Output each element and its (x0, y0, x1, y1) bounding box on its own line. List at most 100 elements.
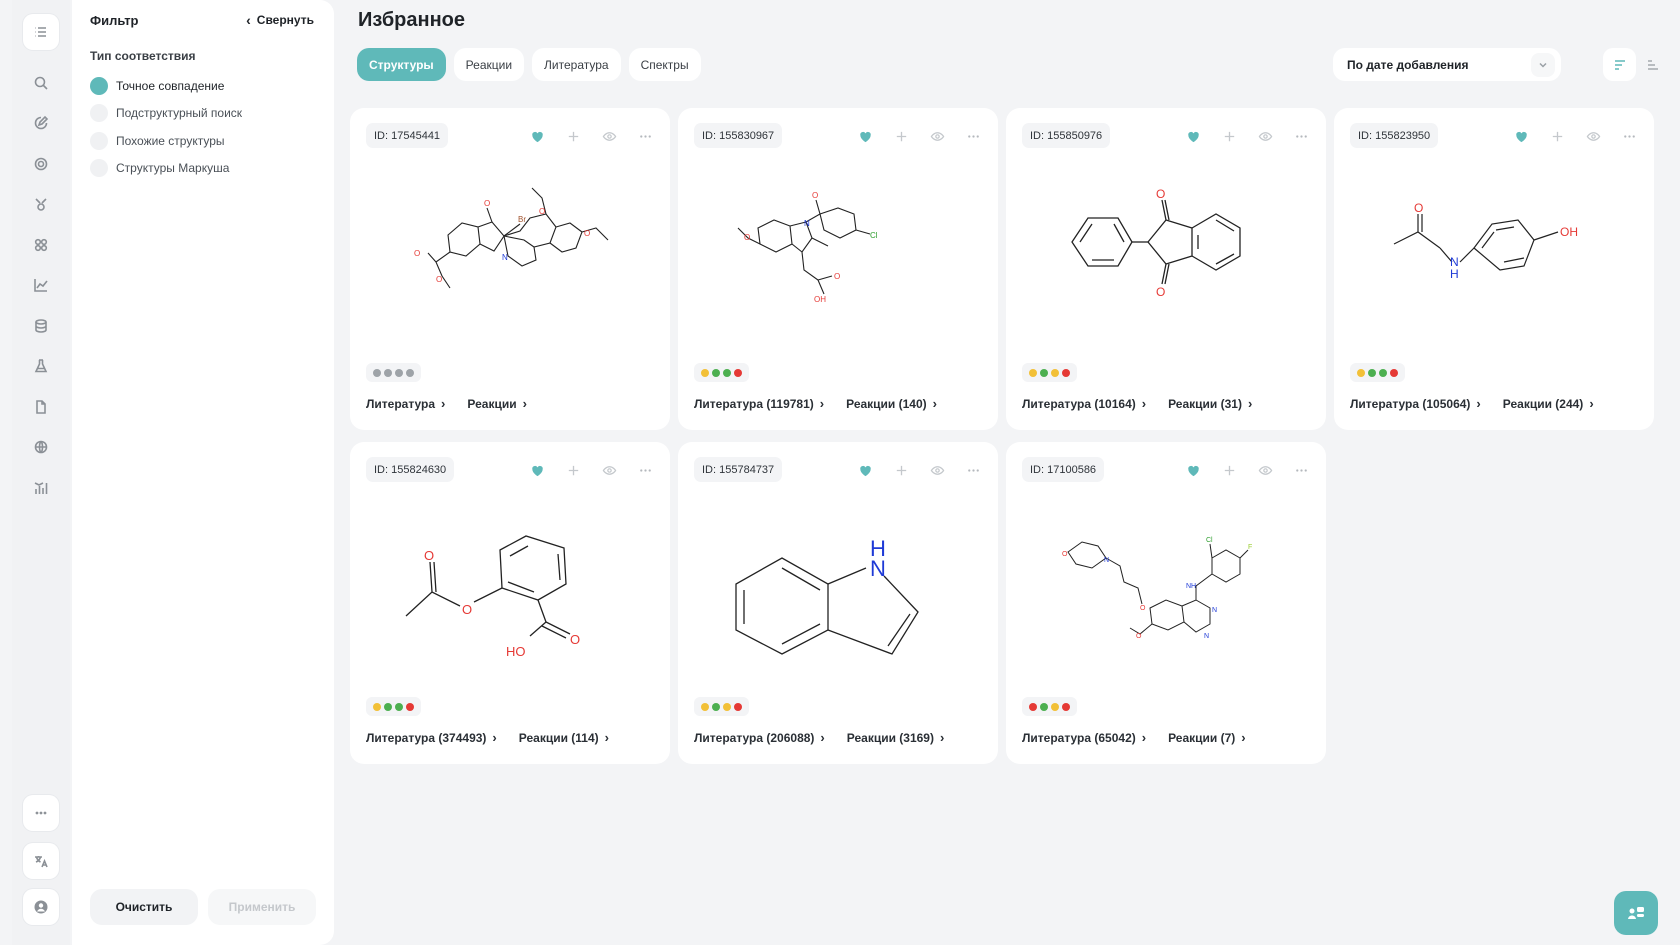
reactions-link[interactable]: Реакции (244) › (1503, 396, 1594, 411)
chevron-down-icon[interactable] (1531, 53, 1555, 77)
apply-button[interactable]: Применить (208, 889, 316, 925)
more-options-icon[interactable] (1288, 123, 1314, 149)
view-eye-icon[interactable] (1252, 123, 1278, 149)
more-options-icon[interactable] (960, 457, 986, 483)
more-options-icon[interactable] (960, 123, 986, 149)
reactions-link[interactable]: Реакции (3169) › (847, 730, 945, 745)
more-options-icon[interactable] (632, 457, 658, 483)
add-plus-icon[interactable] (560, 123, 586, 149)
radio[interactable] (90, 159, 108, 178)
literature-link[interactable]: Литература (374493) › (366, 730, 497, 745)
svg-text:O: O (584, 229, 590, 238)
structure-card[interactable]: ID: 155784737 N H Литература (206088) › Р… (678, 442, 998, 764)
database-icon[interactable] (23, 308, 59, 344)
sort-select[interactable]: По дате добавления (1333, 48, 1561, 81)
literature-link[interactable]: Литература (10164) › (1022, 396, 1146, 411)
clear-button[interactable]: Очистить (90, 889, 198, 925)
match-type-label: Тип соответствия (90, 49, 196, 63)
more-icon[interactable] (23, 795, 59, 831)
add-plus-icon[interactable] (888, 457, 914, 483)
more-options-icon[interactable] (1288, 457, 1314, 483)
option-markush[interactable]: Структуры Маркуша (90, 155, 242, 183)
chart-line-icon[interactable] (23, 267, 59, 303)
view-eye-icon[interactable] (924, 123, 950, 149)
structure-card[interactable]: ID: 155830967 O N Cl O O OH Литература (… (678, 108, 998, 430)
collapse-button[interactable]: ‹ Свернуть (246, 13, 314, 27)
view-eye-icon[interactable] (1580, 123, 1606, 149)
translate-icon[interactable] (23, 843, 59, 879)
property-dots (1022, 363, 1077, 382)
card-links: Литература (206088) › Реакции (3169) › (694, 730, 944, 745)
add-plus-icon[interactable] (1544, 123, 1570, 149)
menu-list-icon[interactable] (23, 14, 59, 50)
add-plus-icon[interactable] (1216, 123, 1242, 149)
reactions-link[interactable]: Реакции (114) › (519, 730, 609, 745)
favorite-heart-icon[interactable] (1180, 457, 1206, 483)
favorite-heart-icon[interactable] (852, 123, 878, 149)
more-options-icon[interactable] (1616, 123, 1642, 149)
structure-edit-icon[interactable] (23, 105, 59, 141)
card-id: ID: 155824630 (366, 457, 455, 482)
document-icon[interactable] (23, 389, 59, 425)
reaction-icon[interactable] (23, 186, 59, 222)
molecules-icon[interactable] (23, 227, 59, 263)
view-eye-icon[interactable] (924, 457, 950, 483)
favorite-heart-icon[interactable] (1180, 123, 1206, 149)
structure-card[interactable]: ID: 17100586 O N O O NH N N Cl F Литерат… (1006, 442, 1326, 764)
analytics-icon[interactable] (23, 470, 59, 506)
structure-card[interactable]: ID: 155824630 O O O HO Литература (37449… (350, 442, 670, 764)
literature-link[interactable]: Литература › (366, 396, 445, 411)
reactions-link[interactable]: Реакции (31) › (1168, 396, 1252, 411)
search-icon[interactable] (23, 65, 59, 101)
favorite-heart-icon[interactable] (852, 457, 878, 483)
chat-support-button[interactable] (1614, 891, 1658, 935)
radio-selected[interactable] (90, 76, 108, 95)
structure-card[interactable]: ID: 17545441 O Br O O O O N Литература › … (350, 108, 670, 430)
tab-reactions[interactable]: Реакции (453, 48, 525, 81)
target-icon[interactable] (23, 146, 59, 182)
option-similar[interactable]: Похожие структуры (90, 127, 242, 155)
globe-icon[interactable] (23, 429, 59, 465)
flask-icon[interactable] (23, 348, 59, 384)
molecule-structure-image: N H (735, 536, 919, 655)
reactions-link[interactable]: Реакции (140) › (846, 396, 937, 411)
literature-link[interactable]: Литература (206088) › (694, 730, 825, 745)
view-sort-desc-button[interactable] (1603, 48, 1636, 81)
svg-text:O: O (484, 199, 490, 208)
option-substructure[interactable]: Подструктурный поиск (90, 100, 242, 128)
add-plus-icon[interactable] (560, 457, 586, 483)
literature-link[interactable]: Литература (105064) › (1350, 396, 1481, 411)
structure-card[interactable]: ID: 155823950 O N H OH Литература (10506… (1334, 108, 1654, 430)
favorite-heart-icon[interactable] (524, 123, 550, 149)
molecule-structure-image: O O O HO (405, 535, 580, 659)
chevron-right-icon: › (932, 396, 937, 411)
user-avatar-icon[interactable] (23, 889, 59, 925)
view-sort-asc-button[interactable] (1636, 48, 1669, 81)
add-plus-icon[interactable] (1216, 457, 1242, 483)
view-eye-icon[interactable] (1252, 457, 1278, 483)
tab-structures[interactable]: Структуры (357, 48, 446, 81)
favorite-heart-icon[interactable] (1508, 123, 1534, 149)
literature-link[interactable]: Литература (119781) › (694, 396, 824, 411)
svg-text:O: O (1062, 551, 1068, 558)
radio[interactable] (90, 131, 108, 150)
more-options-icon[interactable] (632, 123, 658, 149)
literature-link[interactable]: Литература (65042) › (1022, 730, 1146, 745)
structure-card[interactable]: ID: 155850976 O O Литература (10164) › Ре… (1006, 108, 1326, 430)
favorite-heart-icon[interactable] (524, 457, 550, 483)
radio[interactable] (90, 104, 108, 123)
reactions-link[interactable]: Реакции › (467, 396, 527, 411)
add-plus-icon[interactable] (888, 123, 914, 149)
property-dots (366, 697, 421, 716)
view-eye-icon[interactable] (596, 457, 622, 483)
chevron-right-icon: › (522, 396, 527, 411)
tab-spectra[interactable]: Спектры (628, 48, 701, 81)
view-eye-icon[interactable] (596, 123, 622, 149)
sort-lines-icon (1614, 59, 1625, 70)
option-exact-match[interactable]: Точное совпадение (90, 72, 242, 100)
tab-literature[interactable]: Литература (532, 48, 621, 81)
option-label: Подструктурный поиск (116, 106, 243, 121)
reactions-link[interactable]: Реакции (7) › (1168, 730, 1246, 745)
card-links: Литература › Реакции › (366, 396, 527, 411)
filter-panel: Фильтр ‹ Свернуть Тип соответствия Точно… (72, 0, 334, 945)
